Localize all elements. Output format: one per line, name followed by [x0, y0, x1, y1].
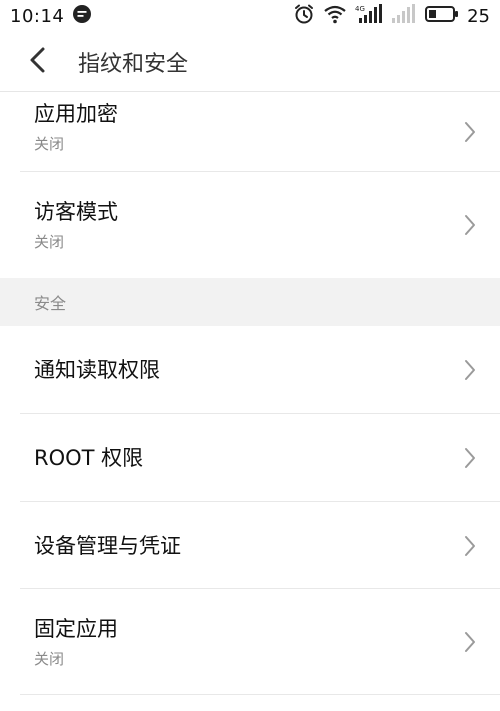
row-title: 访客模式 [34, 200, 118, 224]
section-label: 安全 [34, 294, 67, 313]
row-text: 应用加密 关闭 [0, 100, 440, 154]
signal-empty-icon [391, 4, 417, 28]
row-title: ROOT 权限 [34, 446, 144, 470]
row-text: 通知读取权限 [0, 356, 440, 384]
status-bar: 10:14 4G 25 [0, 0, 500, 32]
battery-level: 25 [467, 5, 490, 27]
chevron-right-icon [440, 631, 500, 653]
status-left: 10:14 [10, 4, 92, 28]
row-text: 访客模式 关闭 [0, 198, 440, 252]
row-title: 固定应用 [34, 617, 118, 641]
chevron-right-icon [440, 447, 500, 469]
row-notification-access[interactable]: 通知读取权限 [0, 326, 500, 414]
row-guest-mode[interactable]: 访客模式 关闭 [0, 172, 500, 278]
wifi-icon [323, 4, 347, 28]
row-text: 固定应用 关闭 [0, 615, 440, 669]
row-title: 设备管理与凭证 [34, 533, 181, 558]
back-button[interactable] [8, 32, 68, 92]
divider [20, 694, 500, 695]
settings-list: 应用加密 关闭 访客模式 关闭 安全 通知读取权限 ROOT 权限 设备管理与凭… [0, 92, 500, 695]
chevron-right-icon [440, 214, 500, 236]
row-subtitle: 关闭 [34, 233, 65, 251]
row-subtitle: 关闭 [34, 650, 65, 668]
row-device-admin-credentials[interactable]: 设备管理与凭证 [0, 502, 500, 589]
back-arrow-icon [27, 46, 49, 78]
page-title: 指纹和安全 [78, 51, 189, 77]
chevron-right-icon [440, 359, 500, 381]
status-time: 10:14 [10, 5, 65, 27]
row-text: 设备管理与凭证 [0, 532, 440, 560]
battery-icon [425, 5, 459, 27]
signal-4g-icon: 4G [355, 4, 383, 28]
svg-text:4G: 4G [355, 5, 365, 13]
message-icon [72, 4, 92, 28]
row-title: 应用加密 [34, 102, 118, 126]
row-text: ROOT 权限 [0, 444, 440, 472]
row-root-permission[interactable]: ROOT 权限 [0, 414, 500, 502]
row-subtitle: 关闭 [34, 135, 65, 153]
row-app-encryption[interactable]: 应用加密 关闭 [0, 92, 500, 172]
chevron-right-icon [440, 535, 500, 557]
alarm-icon [293, 3, 315, 29]
row-screen-pinning[interactable]: 固定应用 关闭 [0, 589, 500, 695]
status-right: 4G 25 [293, 3, 490, 29]
chevron-right-icon [440, 121, 500, 143]
row-title: 通知读取权限 [34, 358, 160, 382]
section-header-security: 安全 [0, 278, 500, 326]
app-bar: 指纹和安全 [0, 32, 500, 92]
